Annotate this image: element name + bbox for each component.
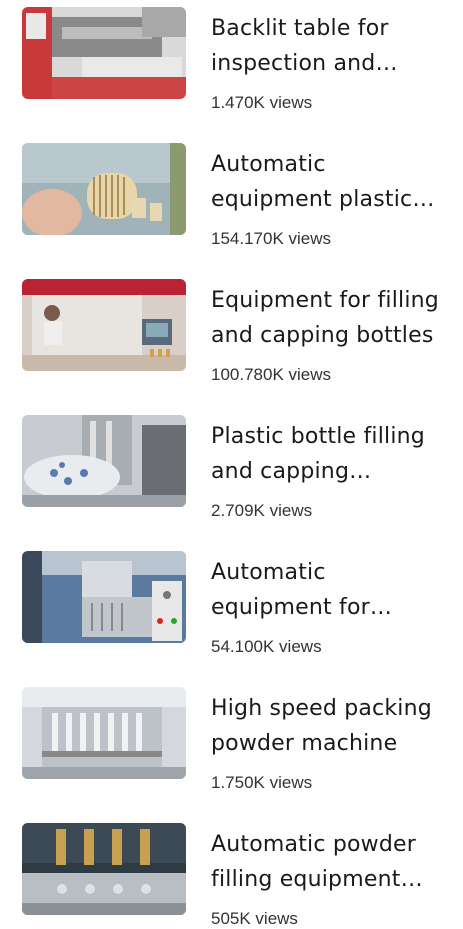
video-item[interactable]: Plastic bottle filling and capping machi… <box>0 415 463 520</box>
video-thumbnail[interactable] <box>22 7 186 99</box>
video-item[interactable]: Automatic powder filling equipment machi… <box>0 823 463 928</box>
video-views: 505K views <box>211 909 298 928</box>
video-title[interactable]: Automatic equipment plastic parts <box>211 147 447 217</box>
video-thumbnail[interactable] <box>22 143 186 235</box>
video-thumbnail[interactable] <box>22 823 186 915</box>
video-item[interactable]: High speed packing powder machine 1.750K… <box>0 687 463 792</box>
video-item[interactable]: Backlit table for inspection and sorting… <box>0 7 463 112</box>
video-title[interactable]: Automatic powder filling equipment machi… <box>211 827 447 897</box>
video-item[interactable]: Automatic equipment for packaging 54.100… <box>0 551 463 656</box>
video-title[interactable]: Equipment for filling and capping bottle… <box>211 283 447 353</box>
video-title[interactable]: Plastic bottle filling and capping machi… <box>211 419 447 489</box>
video-views: 154.170K views <box>211 229 332 248</box>
video-item[interactable]: Automatic equipment plastic parts 154.17… <box>0 143 463 248</box>
video-title[interactable]: Automatic equipment for packaging <box>211 555 447 625</box>
video-item[interactable]: Equipment for filling and capping bottle… <box>0 279 463 384</box>
video-views: 100.780K views <box>211 365 332 384</box>
video-thumbnail[interactable] <box>22 279 186 371</box>
video-thumbnail[interactable] <box>22 687 186 779</box>
video-title[interactable]: Backlit table for inspection and sorting <box>211 11 447 81</box>
video-thumbnail[interactable] <box>22 551 186 643</box>
video-views: 1.470K views <box>211 93 313 112</box>
video-thumbnail[interactable] <box>22 415 186 507</box>
video-views: 54.100K views <box>211 637 322 656</box>
video-views: 2.709K views <box>211 501 313 520</box>
video-views: 1.750K views <box>211 773 313 792</box>
video-list: Backlit table for inspection and sorting… <box>0 0 463 928</box>
video-title[interactable]: High speed packing powder machine <box>211 691 447 761</box>
